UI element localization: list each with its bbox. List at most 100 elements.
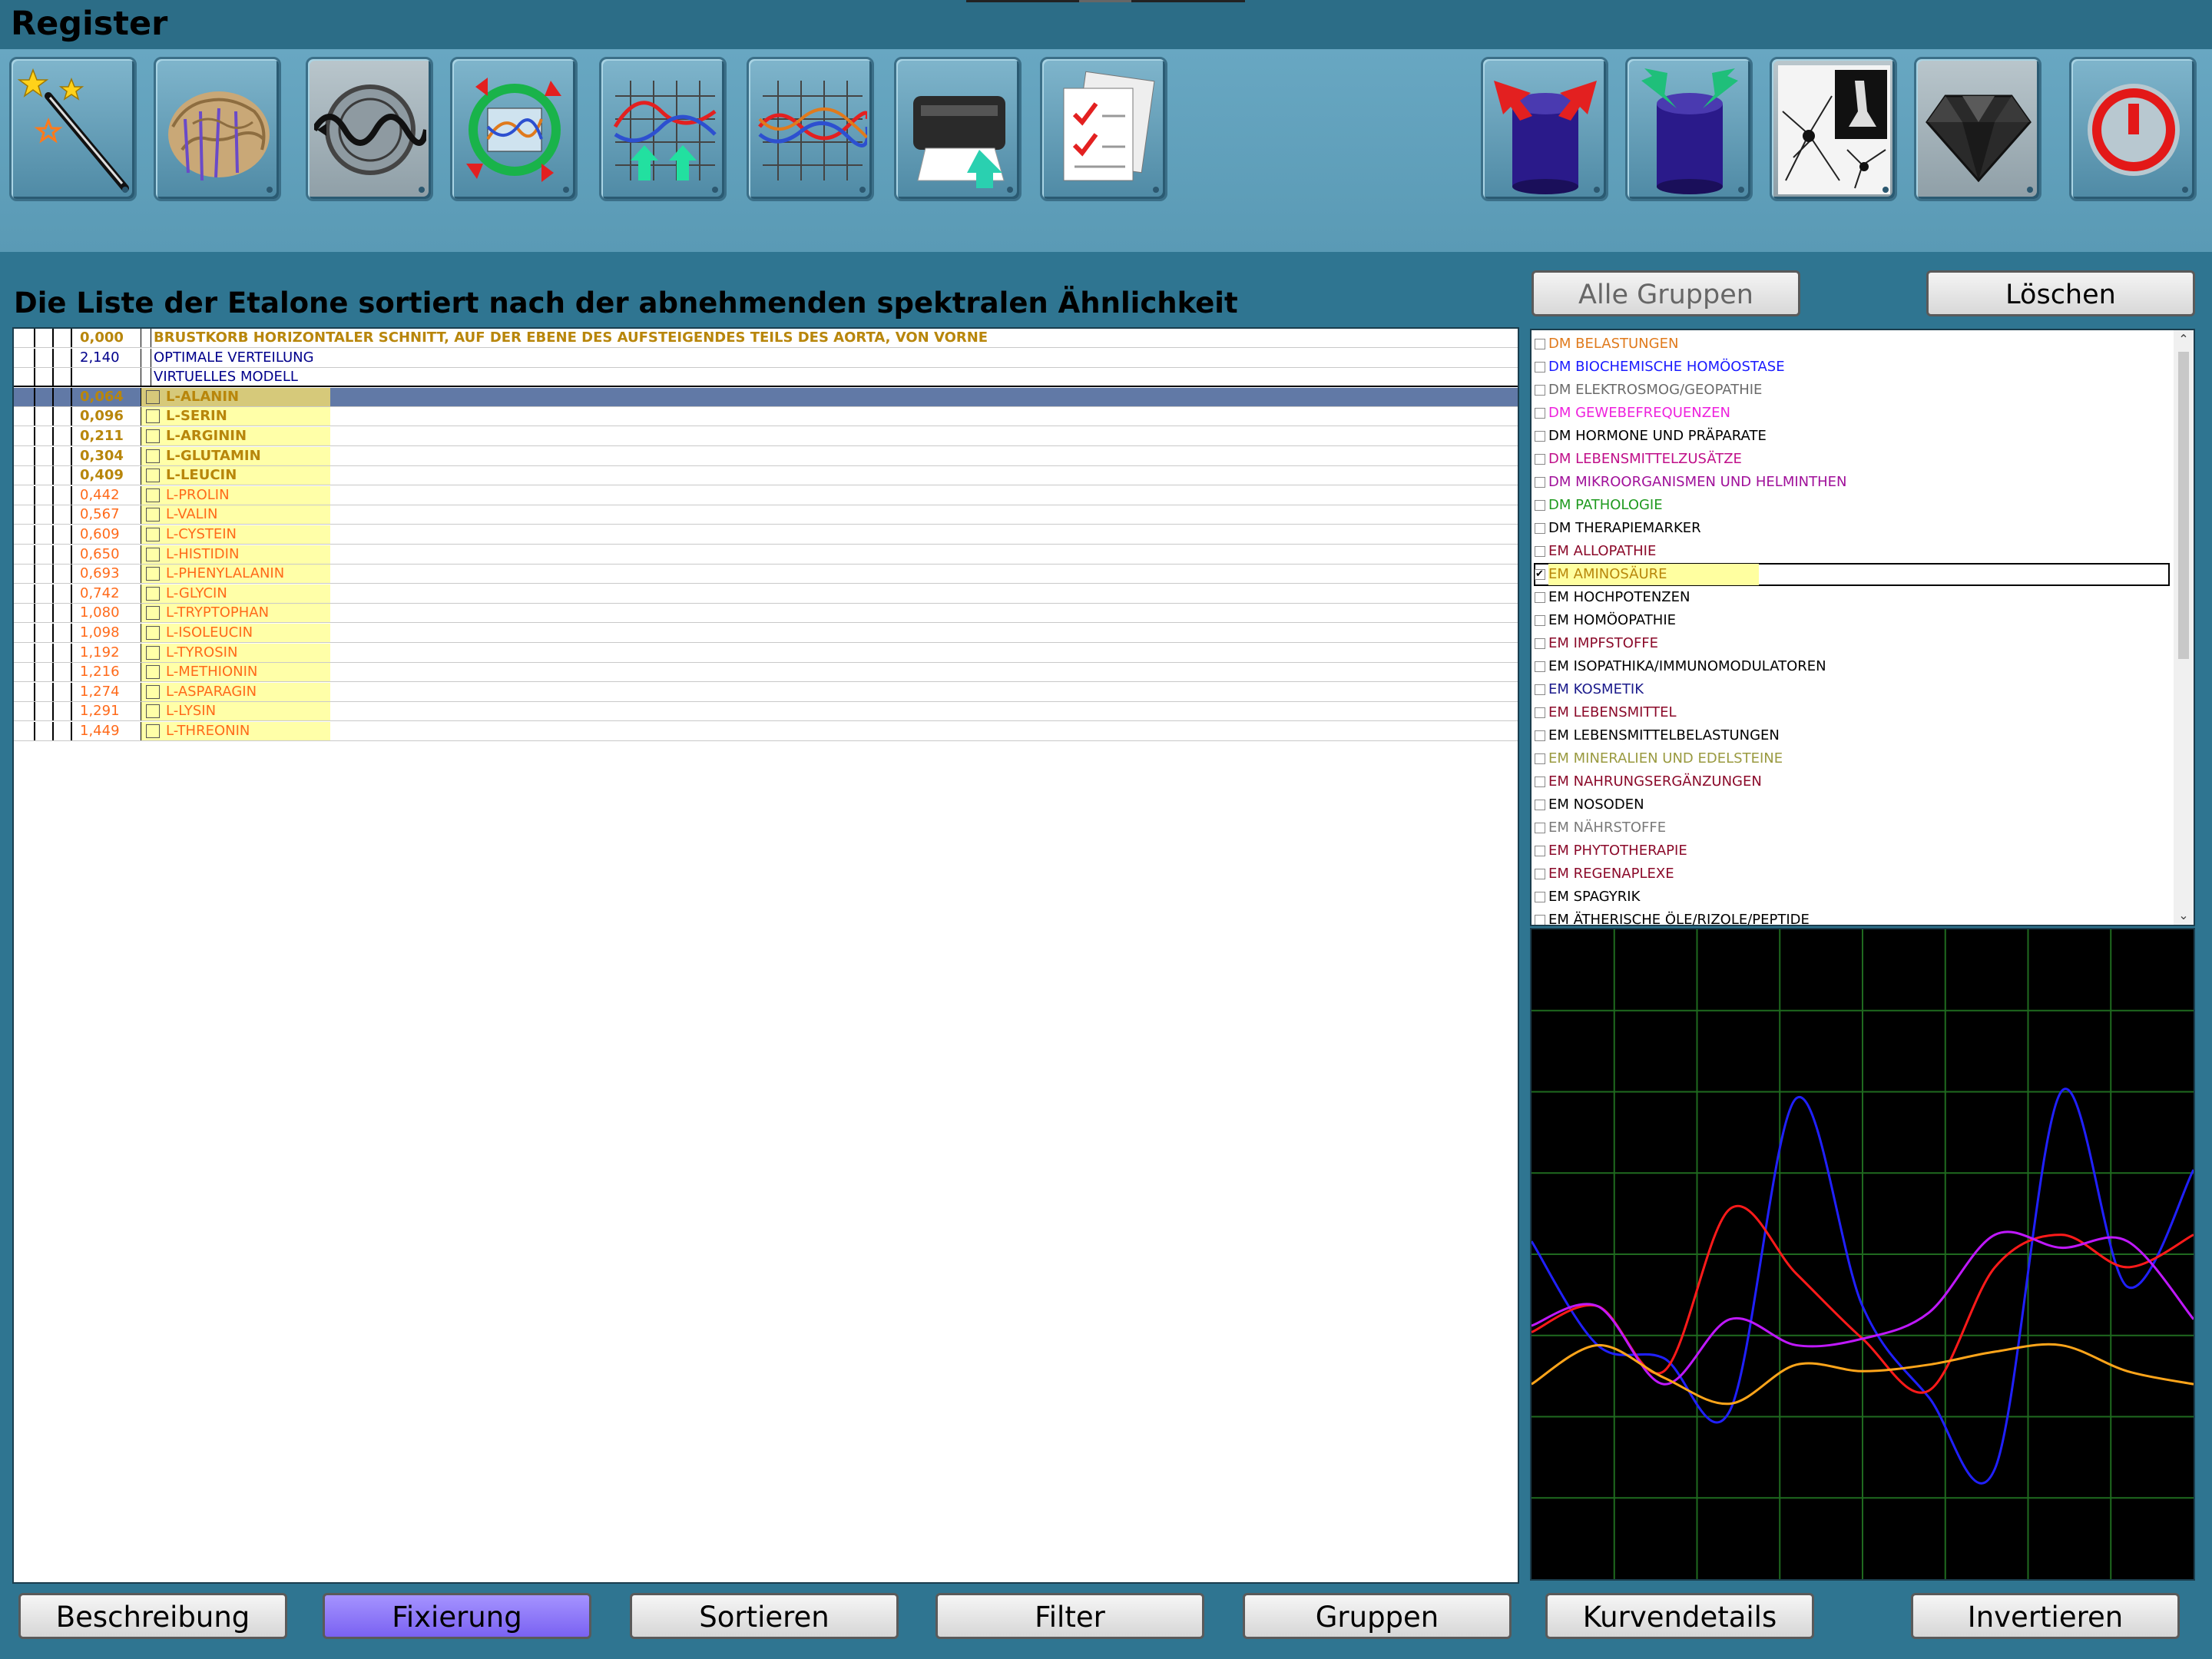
checkbox-icon[interactable]	[1535, 385, 1545, 396]
group-item[interactable]: DM PATHOLOGIE	[1535, 495, 2169, 516]
checkbox-icon[interactable]	[1535, 454, 1545, 465]
checkbox-icon[interactable]	[1535, 615, 1545, 626]
graph-arrows-button[interactable]	[599, 57, 727, 201]
row-checkbox[interactable]	[146, 547, 160, 561]
invertieren-button[interactable]: Invertieren	[1911, 1593, 2180, 1639]
checkbox-icon[interactable]	[1535, 846, 1545, 856]
group-item[interactable]: DM MIKROORGANISMEN UND HELMINTHEN	[1535, 472, 2169, 493]
table-row[interactable]: 0,567 L-VALIN	[14, 505, 1518, 525]
row-checkbox[interactable]	[146, 626, 160, 640]
table-row[interactable]: 1,274 L-ASPARAGIN	[14, 682, 1518, 702]
table-row[interactable]: 0,096 L-SERIN	[14, 407, 1518, 427]
table-row[interactable]: 0,304 L-GLUTAMIN	[14, 446, 1518, 466]
scroll-down-icon[interactable]: ⌄	[2174, 906, 2194, 925]
group-item[interactable]: DM HORMONE UND PRÄPARATE	[1535, 426, 2169, 447]
checklist-button[interactable]	[1040, 57, 1167, 201]
checkbox-icon[interactable]	[1535, 892, 1545, 902]
row-checkbox[interactable]	[146, 606, 160, 621]
row-checkbox[interactable]	[146, 508, 160, 522]
kurvendetails-button[interactable]: Kurvendetails	[1545, 1593, 1814, 1639]
group-item[interactable]: EM KOSMETIK	[1535, 679, 2169, 700]
gruppen-button[interactable]: Gruppen	[1243, 1593, 1512, 1639]
group-item[interactable]: EM NÄHRSTOFFE	[1535, 817, 2169, 839]
group-item[interactable]: ✔ EM AMINOSÄURE	[1534, 563, 2170, 586]
scroll-up-icon[interactable]: ⌃	[2174, 330, 2194, 349]
group-item[interactable]: EM ALLOPATHIE	[1535, 541, 2169, 562]
table-row[interactable]: 0,609 L-CYSTEIN	[14, 525, 1518, 545]
row-checkbox[interactable]	[146, 389, 160, 404]
clear-button[interactable]: Löschen	[1926, 270, 2195, 316]
etalon-list[interactable]: 0,000 BRUSTKORB HORIZONTALER SCHNITT, AUF…	[12, 327, 1519, 1584]
table-row[interactable]: 1,192 L-TYROSIN	[14, 643, 1518, 663]
group-item[interactable]: DM GEWEBEFREQUENZEN	[1535, 402, 2169, 424]
group-item[interactable]: DM ELEKTROSMOG/GEOPATHIE	[1535, 379, 2169, 401]
group-item[interactable]: DM BIOCHEMISCHE HOMÖOSTASE	[1535, 356, 2169, 378]
row-checkbox[interactable]	[146, 645, 160, 660]
checkbox-icon[interactable]	[1535, 638, 1545, 649]
table-row[interactable]: 0,064 L-ALANIN	[14, 387, 1518, 407]
row-checkbox[interactable]	[146, 469, 160, 483]
group-item[interactable]: DM THERAPIEMARKER	[1535, 518, 2169, 539]
row-checkbox[interactable]	[146, 586, 160, 601]
checkbox-icon[interactable]	[1535, 592, 1545, 603]
row-checkbox[interactable]	[146, 488, 160, 502]
table-row[interactable]: 1,291 L-LYSIN	[14, 702, 1518, 722]
reference-row[interactable]: 0,000 BRUSTKORB HORIZONTALER SCHNITT, AUF…	[14, 329, 1518, 348]
group-item[interactable]: EM ISOPATHIKA/IMMUNOMODULATOREN	[1535, 656, 2169, 677]
reference-row[interactable]: VIRTUELLES MODELL	[14, 368, 1518, 388]
row-checkbox[interactable]	[146, 449, 160, 463]
multi-curve-button[interactable]	[747, 57, 874, 201]
row-checkbox[interactable]	[146, 704, 160, 719]
checkbox-icon[interactable]	[1535, 339, 1545, 349]
table-row[interactable]: 0,742 L-GLYCIN	[14, 584, 1518, 604]
table-row[interactable]: 0,693 L-PHENYLALANIN	[14, 565, 1518, 584]
checkbox-icon[interactable]	[1535, 661, 1545, 672]
scroll-thumb[interactable]	[2178, 352, 2189, 659]
power-button[interactable]	[2069, 57, 2197, 201]
row-checkbox[interactable]	[146, 409, 160, 424]
group-item[interactable]: EM HOCHPOTENZEN	[1535, 587, 2169, 608]
brain-button[interactable]	[154, 57, 281, 201]
group-item[interactable]: EM NOSODEN	[1535, 794, 2169, 816]
group-item[interactable]: EM LEBENSMITTELBELASTUNGEN	[1535, 725, 2169, 747]
group-item[interactable]: EM MINERALIEN UND EDELSTEINE	[1535, 748, 2169, 770]
bucket-out-button[interactable]	[1625, 57, 1753, 201]
printer-button[interactable]	[894, 57, 1022, 201]
groups-list[interactable]: DM BELASTUNGEN DM BIOCHEMISCHE HOMÖOSTASE…	[1530, 329, 2195, 926]
group-item[interactable]: DM LEBENSMITTELZUSÄTZE	[1535, 449, 2169, 470]
all-groups-button[interactable]: Alle Gruppen	[1532, 270, 1800, 316]
checkbox-icon[interactable]	[1535, 546, 1545, 557]
checkbox-icon[interactable]	[1535, 753, 1545, 764]
checkbox-icon[interactable]	[1535, 684, 1545, 695]
checkbox-icon[interactable]	[1535, 477, 1545, 488]
group-item[interactable]: EM HOMÖOPATHIE	[1535, 610, 2169, 631]
table-row[interactable]: 0,211 L-ARGININ	[14, 427, 1518, 446]
reference-row[interactable]: 2,140 OPTIMALE VERTEILUNG	[14, 348, 1518, 368]
table-row[interactable]: 0,650 L-HISTIDIN	[14, 545, 1518, 565]
checkbox-icon[interactable]	[1535, 800, 1545, 810]
microscope-button[interactable]	[1770, 57, 1897, 201]
group-item[interactable]: EM ÄTHERISCHE ÖLE/RIZOLE/PEPTIDE	[1535, 909, 2169, 925]
row-checkbox[interactable]	[146, 665, 160, 680]
checkbox-icon[interactable]	[1535, 915, 1545, 925]
group-item[interactable]: EM NAHRUNGSERGÄNZUNGEN	[1535, 771, 2169, 793]
row-checkbox[interactable]	[146, 684, 160, 699]
checkbox-icon[interactable]	[1535, 869, 1545, 879]
group-item[interactable]: EM SPAGYRIK	[1535, 886, 2169, 908]
checkbox-icon[interactable]	[1535, 362, 1545, 373]
gem-button[interactable]	[1914, 57, 2041, 201]
table-row[interactable]: 1,216 L-METHIONIN	[14, 663, 1518, 683]
table-row[interactable]: 0,442 L-PROLIN	[14, 485, 1518, 505]
table-row[interactable]: 1,098 L-ISOLEUCIN	[14, 624, 1518, 643]
cycle-compare-button[interactable]	[450, 57, 578, 201]
checkbox-icon[interactable]	[1535, 431, 1545, 442]
filter-button[interactable]: Filter	[935, 1593, 1204, 1639]
beschreibung-button[interactable]: Beschreibung	[18, 1593, 287, 1639]
checkbox-icon[interactable]	[1535, 523, 1545, 534]
group-item[interactable]: EM LEBENSMITTEL	[1535, 702, 2169, 724]
group-item[interactable]: EM REGENAPLEXE	[1535, 863, 2169, 885]
groups-scrollbar[interactable]: ⌃ ⌄	[2174, 330, 2194, 925]
fixierung-button[interactable]: Fixierung	[323, 1593, 591, 1639]
sortieren-button[interactable]: Sortieren	[630, 1593, 899, 1639]
row-checkbox[interactable]	[146, 429, 160, 443]
